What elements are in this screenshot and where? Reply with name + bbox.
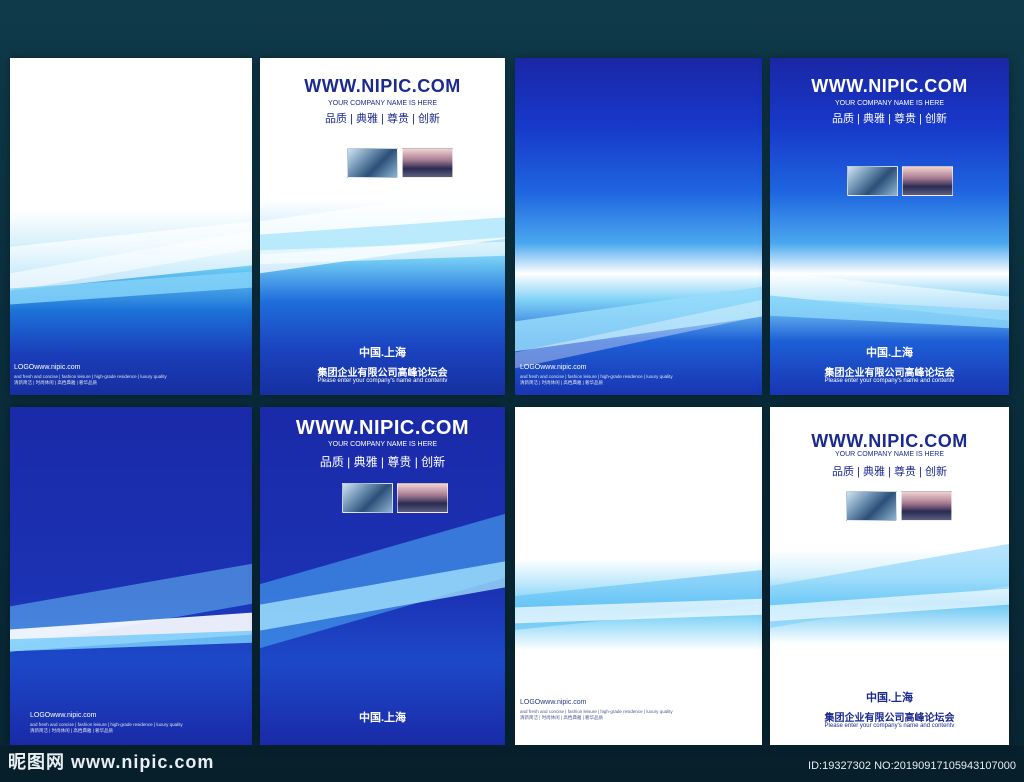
logo-line-cn: 清新简洁 | 时尚休闲 | 高档典雅 | 奢华品质 (14, 380, 98, 385)
logo-text: LOGOwww.nipic.com (14, 364, 81, 371)
watermark-right: ID:19327302 NO:20190917105943107000 (808, 760, 1016, 772)
bridge-photo (397, 483, 448, 513)
english-hint: Please enter your company's name and con… (824, 378, 955, 384)
building-photo (342, 483, 393, 513)
city-label: 中国.上海 (865, 692, 914, 704)
page-title: WWW.NIPIC.COM (811, 76, 968, 96)
company-subtitle: YOUR COMPANY NAME IS HERE (834, 451, 945, 458)
group-name: 集团企业有限公司高峰论坛会 (824, 713, 955, 724)
company-subtitle: YOUR COMPANY NAME IS HERE (327, 100, 438, 107)
logo-line-cn: 清新简洁 | 时尚休闲 | 高档典雅 | 奢华品质 (520, 715, 604, 720)
page-title: WWW.NIPIC.COM (295, 417, 470, 439)
cover-back-2: LOGOwww.nipic.com and fresh and concise … (515, 58, 762, 395)
bridge-photo (901, 491, 952, 521)
company-subtitle: YOUR COMPANY NAME IS HERE (834, 100, 945, 107)
building-photo (846, 491, 897, 521)
logo-lines: and fresh and concise | fashion leisure … (520, 374, 673, 386)
tagline: 品质 | 典雅 | 尊贵 | 创新 (832, 113, 947, 125)
cover-back-4: LOGOwww.nipic.com and fresh and concise … (515, 407, 762, 745)
logo-text: LOGOwww.nipic.com (520, 364, 587, 371)
bridge-photo (402, 148, 453, 178)
tagline: 品质 | 典雅 | 尊贵 | 创新 (319, 455, 446, 469)
group-name: 集团企业有限公司高峰论坛会 (317, 368, 448, 379)
english-hint: Please enter your company's name and con… (317, 378, 448, 384)
page-title: WWW.NIPIC.COM (304, 76, 461, 96)
logo-text: LOGOwww.nipic.com (520, 699, 587, 706)
building-photo (847, 166, 898, 196)
photo-strip (347, 148, 453, 178)
group-name: 集团企业有限公司高峰论坛会 (824, 368, 955, 379)
page-title: WWW.NIPIC.COM (811, 431, 968, 451)
cover-front-3: WWW.NIPIC.COM YOUR COMPANY NAME IS HERE … (260, 407, 505, 745)
logo-lines: and fresh and concise | fashion leisure … (14, 374, 167, 386)
building-photo (347, 148, 398, 178)
logo-lines: and fresh and concise | fashion leisure … (30, 722, 183, 734)
bridge-photo (902, 166, 953, 196)
logo-lines: and fresh and concise | fashion leisure … (520, 709, 673, 721)
cover-front-4: WWW.NIPIC.COM YOUR COMPANY NAME IS HERE … (770, 407, 1009, 745)
watermark-left: 昵图网 www.nipic.com (8, 752, 215, 772)
photo-strip (847, 166, 953, 196)
cover-back-1: LOGOwww.nipic.com and fresh and concise … (10, 58, 252, 395)
cover-front-2: WWW.NIPIC.COM YOUR COMPANY NAME IS HERE … (770, 58, 1009, 395)
photo-strip (342, 483, 448, 513)
logo-line-cn: 清新简洁 | 时尚休闲 | 高档典雅 | 奢华品质 (520, 380, 604, 385)
tagline: 品质 | 典雅 | 尊贵 | 创新 (325, 113, 440, 125)
photo-strip (846, 491, 952, 521)
cover-back-3: LOGOwww.nipic.com and fresh and concise … (10, 407, 252, 745)
mockup-canvas: LOGOwww.nipic.com and fresh and concise … (0, 0, 1024, 782)
watermark-bar: 昵图网 www.nipic.com ID:19327302 NO:2019091… (0, 746, 1024, 782)
city-label: 中国.上海 (358, 347, 407, 359)
city-label: 中国.上海 (865, 347, 914, 359)
tagline: 品质 | 典雅 | 尊贵 | 创新 (832, 466, 947, 478)
city-label: 中国.上海 (358, 712, 407, 724)
company-subtitle: YOUR COMPANY NAME IS HERE (327, 441, 438, 448)
logo-text: LOGOwww.nipic.com (30, 712, 97, 719)
english-hint: Please enter your company's name and con… (824, 723, 955, 729)
cover-front-1: WWW.NIPIC.COM YOUR COMPANY NAME IS HERE … (260, 58, 505, 395)
logo-line-cn: 清新简洁 | 时尚休闲 | 高档典雅 | 奢华品质 (30, 728, 114, 733)
